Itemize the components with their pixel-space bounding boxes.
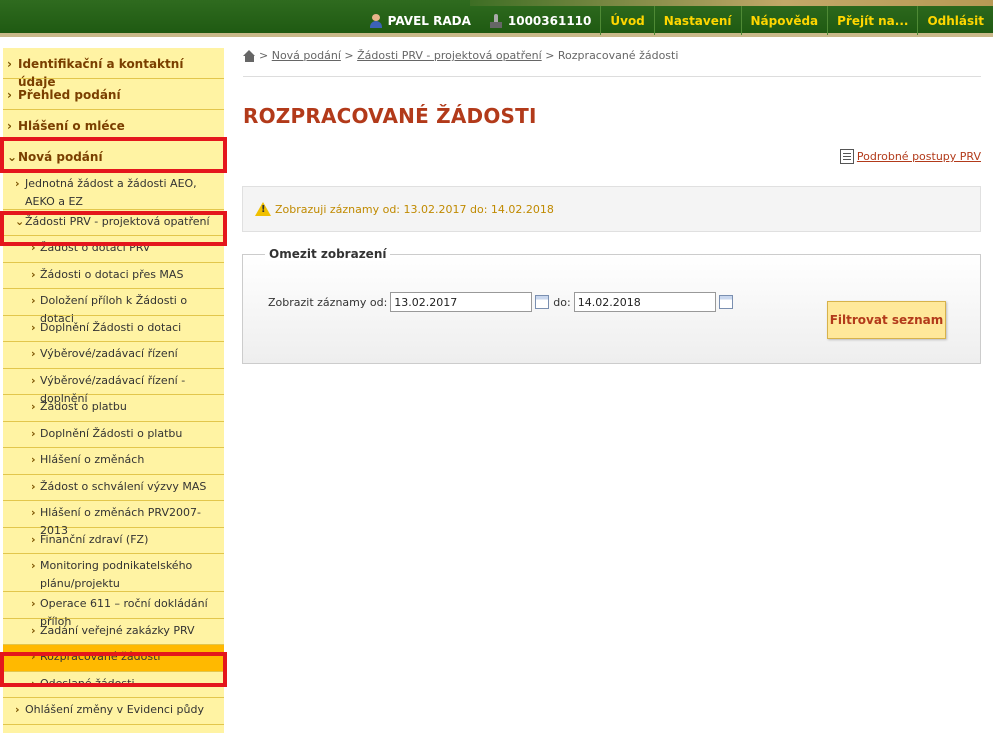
date-from-input[interactable]: [390, 292, 533, 312]
chevron-right-icon: ›: [31, 320, 36, 334]
chevron-right-icon: ›: [31, 676, 36, 690]
sidebar: › Identifikační a kontaktní údaje › Přeh…: [3, 48, 224, 733]
sidebar-item-vyberove-rizeni-doplneni[interactable]: › Výběrové/zadávací řízení - doplnění: [3, 369, 224, 405]
records-notice: Zobrazuji záznamy od: 13.02.2017 do: 14.…: [242, 186, 981, 232]
sidebar-item-schvaleni-vyzvy-mas[interactable]: › Žádost o schválení výzvy MAS: [3, 475, 224, 502]
nav-prejit-na[interactable]: Přejít na...: [828, 6, 917, 35]
breadcrumb-current: Rozpracované žádosti: [557, 49, 679, 62]
sidebar-item-rozpracovane-zadosti[interactable]: › Rozpracované žádosti: [3, 645, 224, 672]
date-to-input[interactable]: [573, 292, 716, 312]
calendar-icon[interactable]: [718, 295, 733, 309]
sidebar-item-jednotna-zadost[interactable]: › Jednotná žádost a žádosti AEO, AEKO a …: [3, 172, 224, 210]
page-title: ROZPRACOVANÉ ŽÁDOSTI: [243, 104, 537, 128]
chevron-right-icon: ›: [7, 88, 12, 102]
home-icon[interactable]: [243, 50, 256, 62]
breadcrumb-nova-podani[interactable]: Nová podání: [272, 49, 341, 62]
nav-uvod[interactable]: Úvod: [601, 6, 653, 35]
sidebar-item-ohlaseni-zmeny-lpis[interactable]: › Ohlášení změny v Evidenci půdy: [3, 698, 224, 725]
sidebar-item-doplneni-zadosti-o-platbu[interactable]: › Doplnění Žádosti o platbu: [3, 422, 224, 449]
chevron-right-icon: ›: [31, 506, 36, 520]
sidebar-item-zadosti-prv[interactable]: ⌄ Žádosti PRV - projektová opatření: [3, 210, 224, 237]
nav-nastaveni[interactable]: Nastavení: [655, 6, 741, 35]
chevron-right-icon: ›: [31, 426, 36, 440]
user-icon: [369, 13, 383, 28]
sidebar-item-zadosti-pres-mas[interactable]: › Žádosti o dotaci přes MAS: [3, 263, 224, 290]
chevron-right-icon: ›: [31, 650, 36, 664]
sidebar-item-financni-zdravi[interactable]: › Finanční zdraví (FZ): [3, 528, 224, 555]
from-label: Zobrazit záznamy od:: [268, 295, 388, 309]
top-bar: PAVEL RADA 1000361110 Úvod Nastavení Náp…: [0, 0, 993, 37]
chevron-right-icon: ›: [31, 532, 36, 546]
sidebar-item-verejna-zakazka[interactable]: › Zadání veřejné zakázky PRV: [3, 619, 224, 646]
account-number: 1000361110: [480, 6, 601, 35]
user-name: PAVEL RADA: [360, 6, 480, 35]
chevron-right-icon: ›: [31, 623, 36, 637]
top-nav: PAVEL RADA 1000361110 Úvod Nastavení Náp…: [360, 6, 993, 35]
breadcrumb: > Nová podání > Žádosti PRV - projektová…: [243, 49, 981, 77]
chevron-right-icon: ›: [7, 119, 12, 133]
document-icon: [839, 149, 854, 164]
to-label: do:: [553, 295, 571, 309]
nav-odhlasit[interactable]: Odhlásit: [918, 6, 993, 35]
filter-panel: Omezit zobrazení Zobrazit záznamy od: do…: [242, 247, 981, 364]
chevron-right-icon: ›: [31, 559, 36, 573]
calendar-icon[interactable]: [535, 295, 550, 309]
filter-button[interactable]: Filtrovat seznam: [827, 301, 946, 339]
chevron-right-icon: ›: [31, 479, 36, 493]
chevron-right-icon: ›: [31, 267, 36, 281]
filter-legend: Omezit zobrazení: [265, 247, 391, 261]
chevron-right-icon: ›: [15, 177, 20, 190]
help-link[interactable]: Podrobné postupy PRV: [839, 149, 981, 164]
sidebar-item-operace-611[interactable]: › Operace 611 – roční dokládání příloh: [3, 592, 224, 628]
sidebar-item-dolozeni-priloh[interactable]: › Doložení příloh k Žádosti o dotaci: [3, 289, 224, 325]
sidebar-item-prehled-podani[interactable]: › Přehled podání: [3, 79, 224, 110]
chevron-right-icon: ›: [7, 57, 12, 71]
chevron-down-icon: ⌄: [15, 214, 25, 228]
chevron-right-icon: ›: [31, 373, 36, 387]
chevron-right-icon: ›: [15, 703, 20, 717]
chevron-right-icon: ›: [31, 241, 36, 255]
stamp-icon: [489, 13, 503, 28]
sidebar-item-vyberove-rizeni[interactable]: › Výběrové/zadávací řízení: [3, 342, 224, 369]
sidebar-item-zadost-o-platbu[interactable]: › Žádost o platbu: [3, 395, 224, 422]
filter-row: Zobrazit záznamy od: do:: [268, 292, 737, 312]
chevron-down-icon: ⌄: [7, 150, 18, 164]
warning-icon: [255, 202, 271, 216]
sidebar-item-nova-podani[interactable]: ⌄ Nová podání: [3, 141, 224, 172]
breadcrumb-zadosti-prv[interactable]: Žádosti PRV - projektová opatření: [357, 49, 542, 62]
chevron-right-icon: ›: [31, 400, 36, 414]
sidebar-item-hlaseni-o-zmenach[interactable]: › Hlášení o změnách: [3, 448, 224, 475]
chevron-right-icon: ›: [31, 347, 36, 361]
sidebar-item-odeslane-zadosti[interactable]: › Odeslané žádosti: [3, 672, 224, 699]
chevron-right-icon: ›: [31, 294, 36, 308]
nav-napoveda[interactable]: Nápověda: [742, 6, 828, 35]
sidebar-item-doplneni-zadosti-o-dotaci[interactable]: › Doplnění Žádosti o dotaci: [3, 316, 224, 343]
sidebar-item-hlaseni-o-mlece[interactable]: › Hlášení o mléce: [3, 110, 224, 141]
chevron-right-icon: ›: [31, 453, 36, 467]
sidebar-item-hlaseni-prv2007[interactable]: › Hlášení o změnách PRV2007-2013: [3, 501, 224, 537]
sidebar-item-zadost-o-dotaci-prv[interactable]: › Žádost o dotaci PRV: [3, 236, 224, 263]
chevron-right-icon: ›: [31, 597, 36, 611]
sidebar-item-identifikace[interactable]: › Identifikační a kontaktní údaje: [3, 48, 224, 89]
sidebar-item-monitoring[interactable]: › Monitoring podnikatelského plánu/projek…: [3, 554, 224, 593]
